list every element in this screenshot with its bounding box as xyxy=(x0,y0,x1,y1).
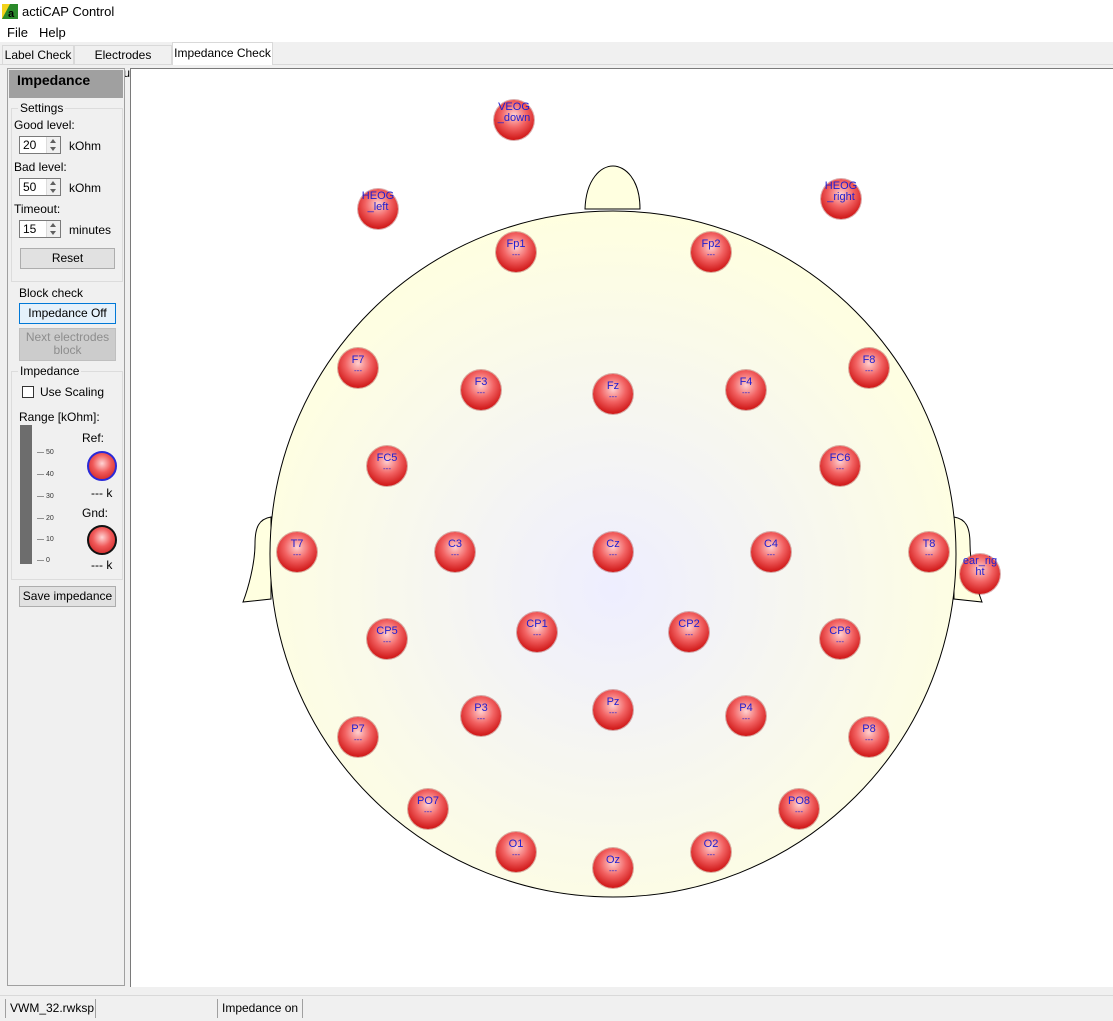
electrode-cp5[interactable]: CP5 --- xyxy=(367,619,407,659)
status-bar: VWM_32.rwksp Impedance on xyxy=(0,995,1113,1021)
good-level-label: Good level: xyxy=(14,118,75,132)
electrode-t7[interactable]: T7 --- xyxy=(277,532,317,572)
range-label: Range [kOhm]: xyxy=(19,410,100,424)
good-level-spinner[interactable]: 20 xyxy=(19,136,61,154)
use-scaling-checkbox[interactable] xyxy=(22,386,34,398)
ref-value: --- k xyxy=(91,486,113,500)
nose-shape xyxy=(584,165,641,210)
electrode-p4[interactable]: P4 --- xyxy=(726,696,766,736)
electrode-fz[interactable]: Fz --- xyxy=(593,374,633,414)
menu-file[interactable]: File xyxy=(7,25,28,40)
range-tick: — 0 xyxy=(37,557,50,564)
electrode-cp6[interactable]: CP6 --- xyxy=(820,619,860,659)
status-middle xyxy=(96,999,218,1018)
good-level-value: 20 xyxy=(23,138,37,152)
spinner-arrows[interactable] xyxy=(46,221,60,237)
spinner-arrows[interactable] xyxy=(46,137,60,153)
electrode-ear-right[interactable]: ear_rig ht xyxy=(960,554,1000,594)
gnd-label: Gnd: xyxy=(82,506,109,520)
impedance-range-bar xyxy=(20,425,32,564)
settings-legend: Settings xyxy=(18,101,66,115)
range-tick: — 40 xyxy=(37,471,54,478)
spinner-arrows[interactable] xyxy=(46,179,60,195)
head-map-canvas: VEOG _down HEOG _left HEOG _right Fp1 --- Fp… xyxy=(130,68,1113,987)
timeout-spinner[interactable]: 15 xyxy=(19,220,61,238)
bad-level-spinner[interactable]: 50 xyxy=(19,178,61,196)
range-tick: — 10 xyxy=(37,536,54,543)
impedance-off-button[interactable]: Impedance Off xyxy=(19,303,116,324)
electrode-fc6[interactable]: FC6 --- xyxy=(820,446,860,486)
bad-level-value: 50 xyxy=(23,180,37,194)
tab-electrodes-groups[interactable]: Electrodes Groups xyxy=(74,45,172,80)
electrode-o1[interactable]: O1 --- xyxy=(496,832,536,872)
electrode-cp1[interactable]: CP1 --- xyxy=(517,612,557,652)
title-bar: a actiCAP Control xyxy=(0,0,1113,22)
electrode-fp2[interactable]: Fp2 --- xyxy=(691,232,731,272)
electrode-cz[interactable]: Cz --- xyxy=(593,532,633,572)
electrode-f4[interactable]: F4 --- xyxy=(726,370,766,410)
electrode-p7[interactable]: P7 --- xyxy=(338,717,378,757)
window-title: actiCAP Control xyxy=(22,4,115,19)
electrode-c3[interactable]: C3 --- xyxy=(435,532,475,572)
electrode-f8[interactable]: F8 --- xyxy=(849,348,889,388)
reset-button[interactable]: Reset xyxy=(20,248,115,269)
save-impedance-button[interactable]: Save impedance xyxy=(19,586,116,607)
down-arrow-icon[interactable] xyxy=(50,147,56,151)
left-ear-shape xyxy=(242,516,272,603)
electrode-po8[interactable]: PO8 --- xyxy=(779,789,819,829)
tab-strip: Label Check Electrodes Groups Impedance … xyxy=(0,42,1113,80)
range-tick: — 20 xyxy=(37,515,54,522)
electrode-t8[interactable]: T8 --- xyxy=(909,532,949,572)
tab-label-check[interactable]: Label Check xyxy=(2,45,74,64)
bad-level-label: Bad level: xyxy=(14,160,67,174)
block-check-legend: Block check xyxy=(19,286,84,300)
good-level-unit: kOhm xyxy=(69,139,102,153)
up-arrow-icon[interactable] xyxy=(50,223,56,227)
gnd-value: --- k xyxy=(91,558,113,572)
electrode-p3[interactable]: P3 --- xyxy=(461,696,501,736)
electrode-oz[interactable]: Oz --- xyxy=(593,848,633,888)
ref-electrode[interactable] xyxy=(87,451,117,481)
panel-header: Impedance xyxy=(9,70,123,98)
electrode-po7[interactable]: PO7 --- xyxy=(408,789,448,829)
status-file: VWM_32.rwksp xyxy=(5,999,96,1018)
timeout-value: 15 xyxy=(23,222,37,236)
electrode-fc5[interactable]: FC5 --- xyxy=(367,446,407,486)
electrode-heog-left[interactable]: HEOG _left xyxy=(358,189,398,229)
impedance-legend: Impedance xyxy=(18,364,82,378)
electrode-pz[interactable]: Pz --- xyxy=(593,690,633,730)
acticap-app-icon: a xyxy=(2,4,18,19)
gnd-electrode[interactable] xyxy=(87,525,117,555)
impedance-panel: Impedance Settings Good level: 20 kOhm B… xyxy=(7,68,125,986)
range-tick: — 50 xyxy=(37,449,54,456)
electrode-o2[interactable]: O2 --- xyxy=(691,832,731,872)
timeout-label: Timeout: xyxy=(14,202,61,216)
up-arrow-icon[interactable] xyxy=(50,139,56,143)
range-tick: — 30 xyxy=(37,493,54,500)
tab-divider xyxy=(0,64,1113,65)
bad-level-unit: kOhm xyxy=(69,181,102,195)
down-arrow-icon[interactable] xyxy=(50,189,56,193)
next-electrodes-block-button[interactable]: Next electrodes block xyxy=(19,328,116,361)
next-block-line2: block xyxy=(53,343,82,357)
use-scaling-label: Use Scaling xyxy=(40,385,105,399)
timeout-unit: minutes xyxy=(69,223,112,237)
electrode-p8[interactable]: P8 --- xyxy=(849,717,889,757)
menu-bar: File Help xyxy=(0,22,1113,42)
electrode-c4[interactable]: C4 --- xyxy=(751,532,791,572)
electrode-fp1[interactable]: Fp1 --- xyxy=(496,232,536,272)
status-state: Impedance on xyxy=(218,999,303,1018)
menu-help[interactable]: Help xyxy=(39,25,66,40)
down-arrow-icon[interactable] xyxy=(50,231,56,235)
up-arrow-icon[interactable] xyxy=(50,181,56,185)
ref-label: Ref: xyxy=(82,431,105,445)
electrode-heog-right[interactable]: HEOG _right xyxy=(821,179,861,219)
tab-impedance-check[interactable]: Impedance Check xyxy=(172,42,273,65)
svg-text:a: a xyxy=(8,8,15,19)
electrode-f3[interactable]: F3 --- xyxy=(461,370,501,410)
electrode-f7[interactable]: F7 --- xyxy=(338,348,378,388)
electrode-veog-down[interactable]: VEOG _down xyxy=(494,100,534,140)
electrode-cp2[interactable]: CP2 --- xyxy=(669,612,709,652)
